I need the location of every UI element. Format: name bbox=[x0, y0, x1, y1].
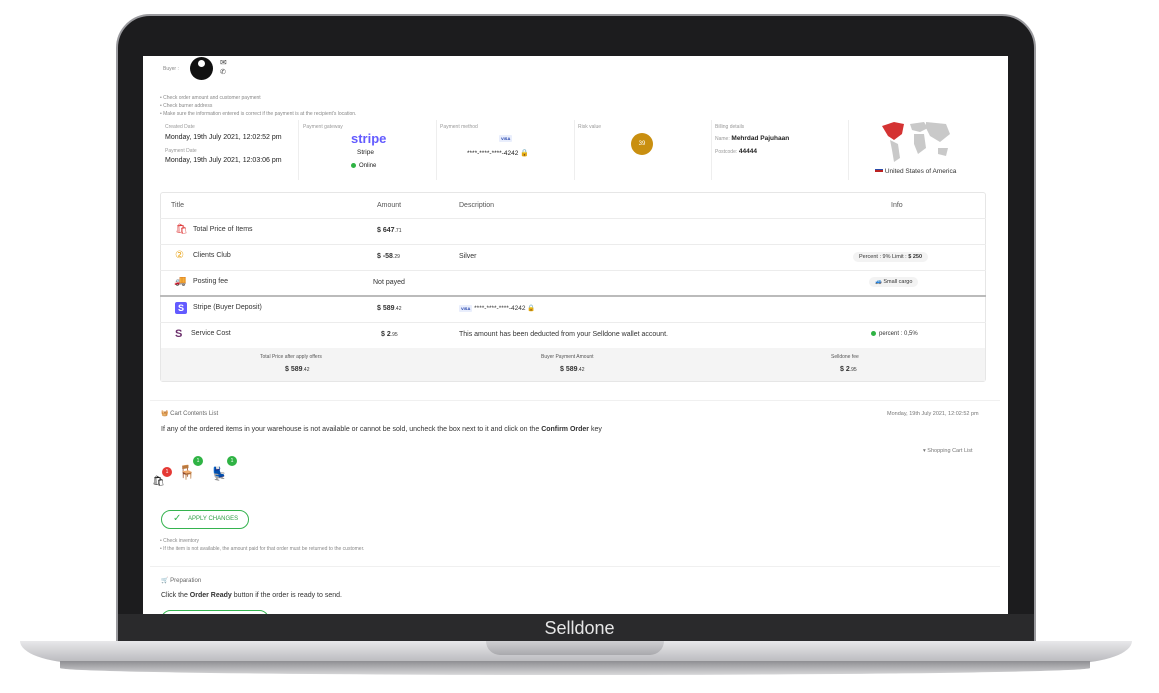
th-title: Title bbox=[171, 202, 184, 209]
cart-icon: 🛒 bbox=[161, 578, 169, 584]
shopping-bag-icon: 🛍 bbox=[175, 224, 188, 235]
summary-label: Total Price after apply offers bbox=[260, 354, 322, 360]
summary-value: $ 2.95 bbox=[840, 366, 857, 373]
us-flag-icon bbox=[875, 168, 883, 174]
armchair-icon[interactable]: 🪑 bbox=[178, 464, 195, 481]
buyer-label: Buyer : bbox=[163, 66, 179, 72]
billing-name: Name: Mehrdad Pajuhaan bbox=[715, 135, 790, 142]
stripe-icon: S bbox=[175, 302, 187, 314]
row-description: This amount has been deducted from your … bbox=[459, 331, 668, 338]
cart-date: Monday, 19th July 2021, 12:02:52 pm bbox=[887, 411, 979, 417]
laptop-mockup: Buyer : ✉ ✆ • Check order amount and cus… bbox=[0, 0, 1159, 693]
check-item: • Check order amount and customer paymen… bbox=[160, 95, 261, 101]
card-number: ****-****-****-4242 🔒 bbox=[467, 150, 529, 157]
selldone-icon: S bbox=[175, 328, 183, 340]
th-amount: Amount bbox=[377, 202, 402, 209]
gateway-label: Payment gateway bbox=[303, 124, 343, 130]
created-date: Monday, 19th July 2021, 12:02:52 pm bbox=[165, 134, 282, 141]
row-description: Silver bbox=[459, 253, 477, 260]
th-description: Description bbox=[459, 202, 495, 209]
row-title: Clients Club bbox=[193, 252, 231, 259]
truck-icon: 🚚 bbox=[174, 276, 187, 287]
preparation-title: 🛒 Preparation bbox=[161, 578, 202, 584]
row-amount: $ 647.71 bbox=[377, 227, 402, 234]
stripe-logo: stripe bbox=[351, 131, 387, 146]
phone-icon[interactable]: ✆ bbox=[220, 68, 226, 76]
laptop-base-shadow bbox=[60, 661, 1090, 675]
row-title: Total Price of Items bbox=[193, 226, 253, 233]
visa-icon: VISA bbox=[459, 304, 473, 312]
brand-label: Selldone bbox=[544, 618, 615, 638]
summary-label: Selldone fee bbox=[831, 354, 859, 360]
cart-item-badge: 1 bbox=[162, 467, 172, 477]
shopping-cart-list-link[interactable]: ▾ Shopping Cart List bbox=[923, 448, 973, 454]
row-amount: $ 589.42 bbox=[377, 305, 402, 312]
row-title: Service Cost bbox=[191, 330, 231, 337]
preparation-instruction: Click the Order Ready button if the orde… bbox=[161, 592, 342, 599]
check-item: • Check burner address bbox=[160, 103, 213, 109]
risk-badge: 39 bbox=[631, 133, 653, 155]
risk-label: Risk value bbox=[578, 124, 602, 130]
check-circle-icon bbox=[871, 331, 876, 336]
lock-icon: 🔒 bbox=[520, 150, 529, 157]
row-title: Posting fee bbox=[193, 278, 229, 285]
cart-instruction: If any of the ordered items in your ware… bbox=[161, 426, 602, 433]
billing-label: Billing details bbox=[715, 124, 745, 130]
summary-value: $ 589.42 bbox=[285, 366, 310, 373]
screen: Buyer : ✉ ✆ • Check order amount and cus… bbox=[143, 56, 1008, 614]
created-date-label: Created Date bbox=[165, 124, 195, 130]
cart-item-badge: 1 bbox=[227, 456, 237, 466]
row-description: VISA ****-****-****-4242 🔒 bbox=[459, 304, 536, 312]
summary-label: Buyer Payment Amount bbox=[541, 354, 594, 360]
laptop-notch bbox=[486, 641, 664, 655]
row-title: Stripe (Buyer Deposit) bbox=[193, 304, 262, 311]
visa-icon: VISA bbox=[499, 135, 513, 142]
billing-postcode: Postcode: 44444 bbox=[715, 148, 757, 155]
service-info: percent : 0,5% bbox=[871, 331, 918, 337]
gateway-status: Online bbox=[351, 163, 376, 169]
bag-icon: 🛍 bbox=[152, 476, 165, 487]
basket-icon: 🧺 bbox=[161, 411, 169, 417]
th-info: Info bbox=[891, 202, 903, 209]
check-item: • Make sure the information entered is c… bbox=[160, 111, 357, 117]
club-info-pill: Percent : 9% Limit : $ 250 bbox=[853, 252, 928, 262]
check-icon: ✓ bbox=[173, 513, 182, 524]
country: United States of America bbox=[875, 168, 956, 175]
cart-note: • Check inventory bbox=[160, 538, 199, 544]
row-amount: $ -58.29 bbox=[377, 253, 400, 260]
method-label: Payment method bbox=[440, 124, 478, 130]
payment-date: Monday, 19th July 2021, 12:03:06 pm bbox=[165, 157, 282, 164]
mail-icon[interactable]: ✉ bbox=[220, 58, 227, 67]
cart-item-badge: 1 bbox=[193, 456, 203, 466]
clients-club-icon: ② bbox=[175, 250, 184, 261]
lock-icon: 🔒 bbox=[527, 305, 536, 312]
summary-value: $ 589.42 bbox=[560, 366, 585, 373]
chair-icon[interactable]: 💺 bbox=[211, 466, 227, 482]
gateway-name: Stripe bbox=[357, 149, 374, 156]
buyer-avatar[interactable] bbox=[190, 57, 213, 80]
cargo-pill: 🚙 Small cargo bbox=[869, 277, 919, 287]
row-amount: Not payed bbox=[373, 279, 405, 286]
world-map-icon bbox=[882, 122, 950, 162]
cart-note: • If the item is not available, the amou… bbox=[160, 546, 365, 552]
summary-bar bbox=[161, 348, 985, 381]
apply-changes-button[interactable]: ✓ APPLY CHANGES bbox=[161, 510, 249, 529]
car-icon: 🚙 bbox=[875, 279, 882, 285]
online-status-icon bbox=[351, 163, 356, 168]
row-amount: $ 2.95 bbox=[381, 331, 398, 338]
payment-date-label: Payment Date bbox=[165, 148, 197, 154]
cart-title: 🧺 Cart Contents List bbox=[161, 411, 219, 417]
